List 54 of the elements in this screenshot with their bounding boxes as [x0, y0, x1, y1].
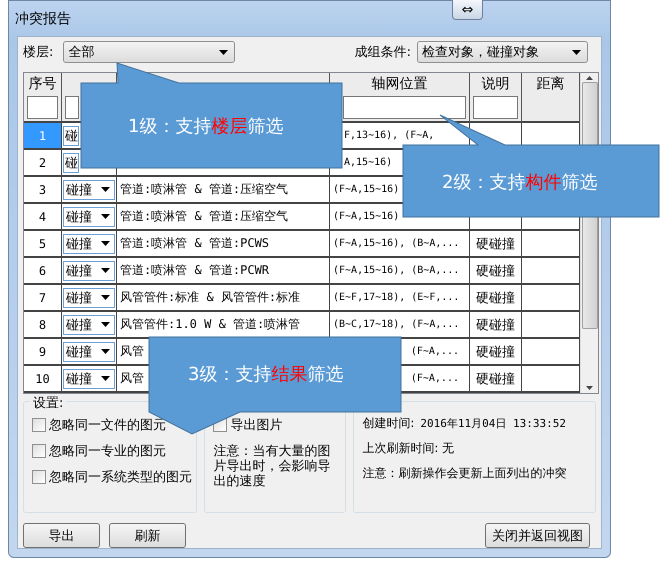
table-cell: 管道:喷淋管 & 管道:PCWR: [117, 258, 330, 285]
table-cell: 硬碰撞: [470, 312, 522, 339]
status-dropdown[interactable]: 碰撞: [63, 234, 115, 254]
status-dropdown[interactable]: 碰: [63, 126, 79, 146]
column-title[interactable]: 距离: [525, 73, 576, 96]
status-dropdown[interactable]: 碰撞: [63, 314, 115, 334]
table-cell: 硬碰撞: [470, 339, 522, 366]
status-dropdown[interactable]: 碰撞: [63, 180, 115, 200]
status-dropdown[interactable]: 碰撞: [63, 288, 115, 308]
floor-dropdown[interactable]: 全部: [63, 41, 236, 63]
status-dropdown[interactable]: 碰撞: [63, 368, 115, 388]
table-cell: 管道:喷淋管 & 管道:PCWS: [117, 231, 330, 258]
table-cell: 硬碰撞: [470, 231, 522, 258]
restore-button[interactable]: ⇔: [452, 0, 483, 20]
row-number[interactable]: 2: [24, 150, 62, 177]
created-time: 创建时间: 2016年11月04日 13:33:52: [362, 416, 567, 431]
row-number[interactable]: 4: [24, 204, 62, 231]
refresh-note: 注意：刷新操作会更新上面列出的冲突: [362, 466, 568, 481]
table-cell: (F~A,15~16), (B~A,...: [330, 258, 470, 285]
row-number[interactable]: 7: [24, 285, 62, 312]
row-number[interactable]: 9: [24, 339, 62, 366]
action-button[interactable]: 导出: [23, 523, 100, 548]
table-cell: 硬碰撞: [470, 366, 522, 393]
checkbox-option[interactable]: 忽略同一系统类型的图元: [32, 468, 192, 486]
table-cell: 管道:喷淋管 & 管道:压缩空气: [117, 204, 330, 231]
checkbox-option[interactable]: 忽略同一文件的图元: [32, 416, 192, 434]
grouping-label: 成组条件:: [354, 44, 411, 61]
row-number[interactable]: 6: [24, 258, 62, 285]
table-cell: 管道:喷淋管 & 管道:压缩空气: [117, 177, 330, 204]
checkbox-option[interactable]: 忽略同一专业的图元: [32, 442, 192, 460]
status-dropdown[interactable]: 碰撞: [63, 260, 115, 280]
table-cell: 硬碰撞: [470, 285, 522, 312]
close-button[interactable]: 关闭并返回视图: [485, 523, 590, 548]
table-cell: 硬碰撞: [470, 258, 522, 285]
row-number[interactable]: 10: [24, 366, 62, 393]
row-number[interactable]: 8: [24, 312, 62, 339]
export-note: 注意：当有大量的图片导出时，会影响导出的速度: [213, 444, 332, 489]
column-title[interactable]: 说明: [473, 73, 518, 96]
status-dropdown[interactable]: 碰撞: [63, 342, 115, 362]
row-number[interactable]: 3: [24, 177, 62, 204]
table-cell: 风管管件:标准 & 风管管件:标准: [117, 285, 330, 312]
refresh-time: 上次刷新时间: 无: [362, 441, 456, 456]
callout-text: 1级：支持楼层筛选: [128, 115, 284, 138]
status-dropdown[interactable]: 碰: [63, 152, 79, 172]
action-button[interactable]: 刷新: [109, 523, 186, 548]
row-number[interactable]: 5: [24, 231, 62, 258]
table-cell: (F~A,15~16), (B~A,...: [330, 231, 470, 258]
grouping-dropdown[interactable]: 检查对象，碰撞对象: [417, 41, 588, 63]
floor-label: 楼层:: [23, 44, 54, 61]
column-title[interactable]: 序号: [27, 73, 58, 96]
table-cell: (E~F,17~18), (E~F,...: [330, 285, 470, 312]
window-title: 冲突报告: [15, 10, 71, 28]
status-dropdown[interactable]: 碰撞: [63, 206, 115, 226]
table-cell: 风管管件:1.0 W & 管道:喷淋管: [117, 312, 330, 339]
